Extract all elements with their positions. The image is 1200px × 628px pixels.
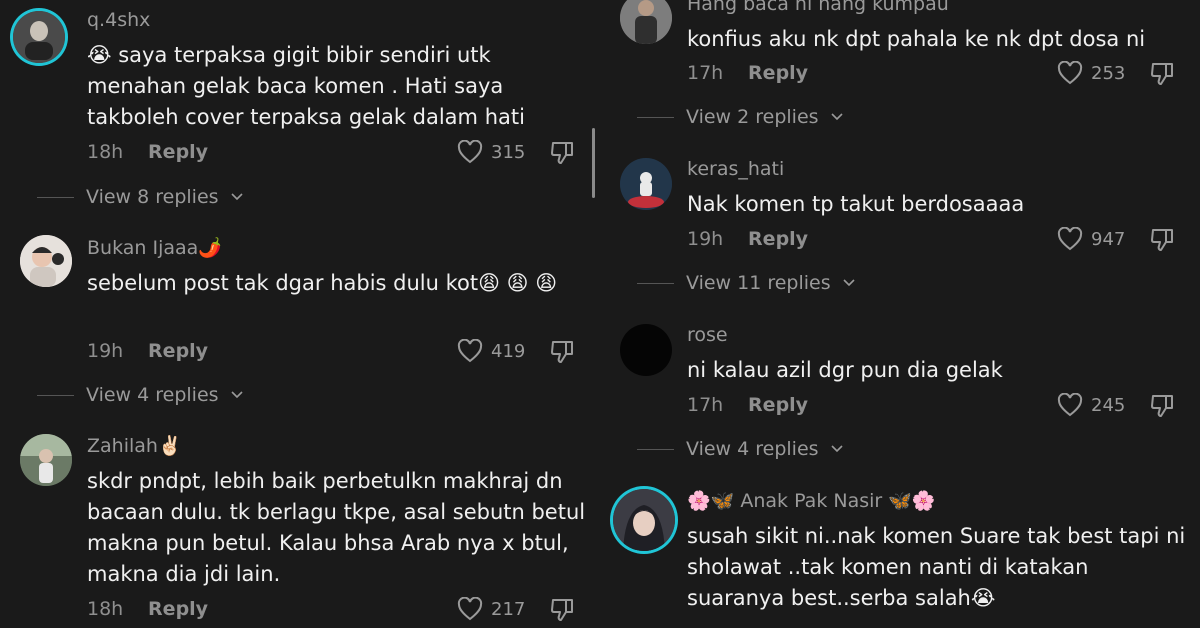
heart-icon [1057,61,1083,85]
scrollbar[interactable] [592,128,595,198]
view-replies-label: View 2 replies [686,106,819,128]
avatar[interactable] [13,11,65,63]
chevron-down-icon [830,445,843,453]
comment-text: 😭 saya terpaksa gigit bibir sendiri utk … [87,43,525,129]
comment-text: skdr pndpt, lebih baik perbetulkn makhra… [87,469,586,586]
comment-time: 19h [687,228,724,250]
like-button[interactable]: 217 [457,597,525,621]
avatar-image [20,434,72,486]
like-button[interactable]: 419 [457,339,525,363]
view-replies-label: View 8 replies [86,186,219,208]
avatar[interactable] [620,158,672,210]
chevron-down-icon [830,113,843,121]
comment-username[interactable]: q.4shx [87,9,150,31]
comment-meta: 17h Reply [687,62,808,84]
comment-meta: 18h Reply [87,141,208,163]
avatar[interactable] [20,235,72,287]
like-count: 315 [491,141,526,163]
reply-button[interactable]: Reply [748,228,808,250]
like-count: 253 [1091,62,1126,84]
view-replies-button[interactable]: View 4 replies [637,438,843,460]
comments-column-right: Hang baca ni hang kumpau konfius aku nk … [600,0,1200,628]
avatar[interactable] [613,489,675,551]
like-count: 947 [1091,228,1126,250]
comment-username[interactable]: Hang baca ni hang kumpau [687,0,949,15]
comment-meta: 17h Reply [687,394,808,416]
dislike-icon[interactable] [550,140,576,166]
view-replies-button[interactable]: View 8 replies [37,186,243,208]
comment-time: 18h [87,141,124,163]
avatar[interactable] [20,434,72,486]
comment-text: konfius aku nk dpt pahala ke nk dpt dosa… [687,27,1146,51]
comment-username[interactable]: 🌸🦋 Anak Pak Nasir 🦋🌸 [687,489,936,512]
comments-column-left: q.4shx 😭 saya terpaksa gigit bibir sendi… [0,0,600,628]
divider-line [637,282,674,284]
reply-button[interactable]: Reply [148,340,208,362]
avatar[interactable] [620,0,672,44]
reply-button[interactable]: Reply [748,394,808,416]
avatar-image [20,235,72,287]
dislike-icon[interactable] [1150,227,1176,253]
like-count: 245 [1091,394,1126,416]
like-count: 217 [491,598,526,620]
comment-text: Nak komen tp takut berdosaaaa [687,192,1025,216]
comment-text: susah sikit ni..nak komen Suare tak best… [687,524,1186,610]
divider-line [37,394,74,396]
dislike-icon[interactable] [550,597,576,623]
divider-line [37,196,74,198]
view-replies-label: View 11 replies [686,272,831,294]
comment-username[interactable]: rose [687,324,728,346]
avatar[interactable] [620,324,672,376]
view-replies-label: View 4 replies [86,384,219,406]
reply-button[interactable]: Reply [148,141,208,163]
comment-meta: 18h Reply [87,598,208,620]
comment-username[interactable]: keras_hati [687,158,784,180]
like-button[interactable]: 253 [1057,61,1125,85]
avatar-image [620,158,672,210]
dislike-icon[interactable] [1150,61,1176,87]
avatar-image [613,489,675,551]
comment-username[interactable]: Bukan Ijaaa🌶️ [87,236,222,259]
heart-icon [1057,393,1083,417]
comment-username[interactable]: Zahilah✌🏻 [87,434,182,457]
like-button[interactable]: 245 [1057,393,1125,417]
comment-time: 19h [87,340,124,362]
like-button[interactable]: 315 [457,140,525,164]
heart-icon [1057,227,1083,251]
dislike-icon[interactable] [1150,393,1176,419]
comment-meta: 19h Reply [87,340,208,362]
avatar-image [13,11,65,63]
view-replies-button[interactable]: View 11 replies [637,272,855,294]
reply-button[interactable]: Reply [148,598,208,620]
chevron-down-icon [230,193,243,201]
comment-text: ni kalau azil dgr pun dia gelak [687,358,1003,382]
comment-text: sebelum post tak dgar habis dulu kot😩 😩 … [87,271,558,295]
like-count: 419 [491,340,526,362]
comment-meta: 19h Reply [687,228,808,250]
reply-button[interactable]: Reply [748,62,808,84]
like-button[interactable]: 947 [1057,227,1125,251]
divider-line [637,116,674,118]
chevron-down-icon [843,279,855,287]
divider-line [637,448,674,450]
avatar-image [620,0,672,44]
view-replies-button[interactable]: View 2 replies [637,106,843,128]
heart-icon [457,339,483,363]
view-replies-button[interactable]: View 4 replies [37,384,243,406]
dislike-icon[interactable] [550,339,576,365]
view-replies-label: View 4 replies [686,438,819,460]
chevron-down-icon [230,391,243,399]
comment-time: 17h [687,62,724,84]
heart-icon [457,140,483,164]
heart-icon [457,597,483,621]
comment-time: 18h [87,598,124,620]
comment-time: 17h [687,394,724,416]
